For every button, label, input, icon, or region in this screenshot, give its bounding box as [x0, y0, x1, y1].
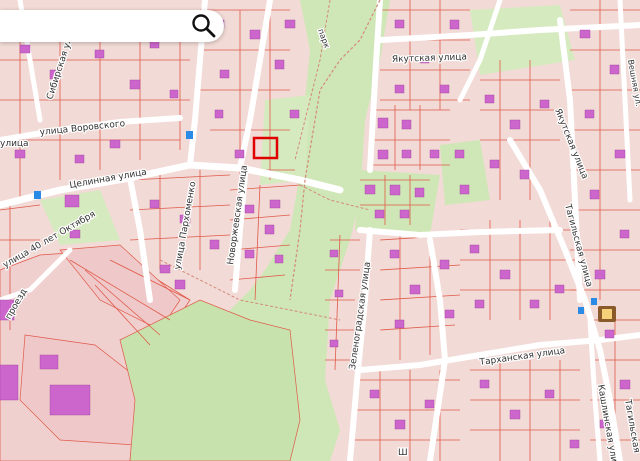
search-bar	[0, 10, 224, 42]
map-canvas[interactable]: улица Воровского улица Целинная улица Си…	[0, 0, 640, 461]
library-icon[interactable]	[598, 306, 616, 322]
bus-stop-icon[interactable]	[591, 298, 597, 305]
search-icon[interactable]	[190, 12, 218, 40]
label-vorovskogo-left: улица	[0, 139, 29, 149]
label-bottom-fragment: Ш	[398, 448, 408, 458]
bus-stop-icon[interactable]	[186, 131, 193, 139]
bus-stop-icon[interactable]	[34, 191, 41, 199]
bus-stop-icon[interactable]	[578, 307, 584, 314]
search-input[interactable]	[0, 10, 180, 42]
